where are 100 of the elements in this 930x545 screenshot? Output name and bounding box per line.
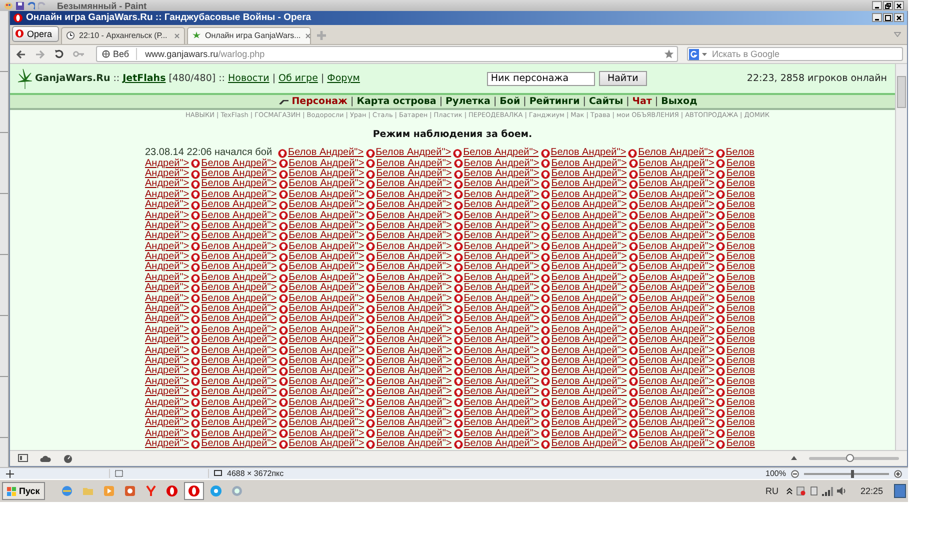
player-link[interactable]: Белов Андрей">	[376, 418, 452, 429]
player-link[interactable]: Белов Андрей">	[376, 200, 452, 211]
player-link[interactable]: Белов Андрей">	[464, 294, 540, 304]
nav-link[interactable]: Персонаж	[292, 96, 348, 108]
speedometer-icon[interactable]	[63, 454, 73, 463]
player-link[interactable]: Андрей">	[145, 376, 190, 388]
player-link[interactable]: Белов Андрей">	[201, 408, 277, 418]
player-link[interactable]: Белов	[726, 220, 755, 232]
player-link[interactable]: Белов Андрей">	[288, 376, 364, 388]
player-link[interactable]: Белов	[726, 376, 755, 388]
nav-link[interactable]: Рейтинги	[529, 96, 580, 108]
player-link[interactable]: Белов Андрей">	[638, 242, 714, 252]
player-link[interactable]: Белов Андрей">	[201, 304, 277, 314]
player-link[interactable]: Белов Андрей">	[201, 262, 277, 273]
player-link[interactable]: Белов Андрей">	[201, 418, 277, 429]
header-link[interactable]: Новости	[228, 73, 270, 84]
player-link[interactable]: Белов Андрей">	[288, 335, 364, 346]
player-link[interactable]: Белов Андрей">	[551, 398, 627, 408]
player-link[interactable]: Белов Андрей">	[638, 428, 714, 440]
player-link[interactable]: Андрей">	[145, 428, 190, 440]
player-link[interactable]: Белов Андрей">	[464, 387, 540, 398]
player-link[interactable]: Андрей">	[145, 294, 190, 304]
player-link[interactable]: Белов	[726, 168, 755, 180]
player-link[interactable]: Белов Андрей">	[201, 376, 277, 388]
player-link[interactable]: Белов Андрей">	[638, 220, 714, 232]
player-link[interactable]: Белов Андрей">	[464, 304, 540, 314]
scrollbar[interactable]	[895, 64, 907, 450]
maximize-button[interactable]	[883, 13, 893, 22]
player-link[interactable]: Белов Андрей">	[201, 168, 277, 180]
player-link[interactable]: Белов Андрей">	[376, 408, 452, 418]
player-link[interactable]: Андрей">	[145, 231, 190, 242]
player-link[interactable]: Белов Андрей">	[551, 158, 627, 169]
player-link[interactable]: Белов Андрей">	[551, 252, 627, 262]
player-link[interactable]: Белов Андрей">	[376, 428, 452, 440]
player-link[interactable]: Белов Андрей">	[638, 304, 714, 314]
player-link[interactable]: Белов Андрей">	[376, 439, 452, 450]
player-link[interactable]: Белов Андрей">	[288, 314, 364, 325]
player-link[interactable]: Белов Андрей">	[638, 168, 714, 180]
player-link[interactable]: Белов Андрей">	[551, 294, 627, 304]
player-link[interactable]: Белов Андрей">	[464, 231, 540, 242]
player-link[interactable]: Белов Андрей">	[464, 179, 540, 190]
player-link[interactable]: Белов Андрей">	[551, 324, 627, 336]
player-link[interactable]: Белов	[726, 366, 755, 377]
panel-icon[interactable]	[18, 454, 28, 462]
header-link[interactable]: Форум	[327, 73, 360, 84]
undo-icon[interactable]	[27, 2, 35, 10]
player-link[interactable]: Андрей">	[145, 220, 190, 232]
player-link[interactable]: Белов Андрей">	[551, 346, 627, 356]
player-link[interactable]: Белов Андрей">	[551, 314, 627, 325]
player-link[interactable]: Белов Андрей">	[376, 179, 452, 190]
player-link[interactable]: Белов Андрей">	[551, 387, 627, 398]
player-link[interactable]: Белов Андрей">	[201, 252, 277, 262]
player-link[interactable]: Белов Андрей">	[201, 242, 277, 252]
player-link[interactable]: Белов Андрей">	[551, 408, 627, 418]
player-link[interactable]: Белов Андрей">	[464, 398, 540, 408]
player-link[interactable]: Белов Андрей">	[638, 366, 714, 377]
player-link[interactable]: Белов Андрей">	[464, 314, 540, 325]
player-link[interactable]: Белов Андрей">	[201, 428, 277, 440]
player-link[interactable]: Белов Андрей">	[201, 294, 277, 304]
player-link[interactable]: Белов	[726, 242, 755, 252]
player-link[interactable]: Белов Андрей">	[464, 168, 540, 180]
player-link[interactable]: Белов Андрей">	[376, 324, 452, 336]
player-link[interactable]: Белов Андрей">	[551, 220, 627, 232]
nav-link[interactable]: Бой	[500, 96, 520, 108]
player-link[interactable]: Андрей">	[145, 158, 190, 169]
player-link[interactable]: Белов Андрей">	[551, 210, 627, 221]
player-link[interactable]: Белов Андрей">	[638, 158, 714, 169]
zoom-slider-thumb[interactable]	[846, 454, 854, 462]
player-link[interactable]: Белов	[726, 408, 755, 418]
player-link[interactable]: Андрей">	[145, 314, 190, 325]
player-link[interactable]: Белов Андрей">	[464, 439, 540, 450]
player-link[interactable]: Белов	[726, 439, 755, 450]
address-field[interactable]: Веб www.ganjawars.ru/warlog.php	[96, 46, 678, 62]
player-link[interactable]: Белов Андрей">	[551, 283, 627, 294]
player-link[interactable]: Белов Андрей">	[288, 262, 364, 273]
search-field[interactable]: Искать в Google	[687, 47, 903, 61]
player-link[interactable]: Белов	[726, 231, 755, 242]
speaker-icon[interactable]	[836, 486, 848, 496]
nav-link[interactable]: Сайты	[588, 96, 624, 108]
player-link[interactable]: Белов Андрей">	[201, 314, 277, 325]
player-link[interactable]: Белов	[726, 190, 755, 200]
find-button[interactable]: Найти	[598, 71, 647, 86]
player-link[interactable]: Белов Андрей">	[551, 376, 627, 388]
player-link[interactable]: Белов Андрей">	[464, 272, 540, 284]
player-link[interactable]: Белов Андрей">	[288, 231, 364, 242]
nickname-field[interactable]: Ник персонажа	[486, 72, 595, 86]
player-link[interactable]: Андрей">	[145, 335, 190, 346]
player-link[interactable]: Белов Андрей">	[288, 168, 364, 180]
player-link[interactable]: Белов Андрей">	[551, 428, 627, 440]
player-link[interactable]: Белов	[726, 398, 755, 408]
player-link[interactable]: Белов Андрей">	[551, 179, 627, 190]
player-link[interactable]: Белов Андрей">	[551, 242, 627, 252]
opera-menu-button[interactable]: Opera	[12, 26, 60, 42]
player-link[interactable]: Белов	[726, 428, 755, 440]
player-link[interactable]: Андрей">	[145, 439, 190, 450]
player-link[interactable]: Белов Андрей">	[201, 346, 277, 356]
player-link[interactable]: Андрей">	[145, 168, 190, 180]
player-link[interactable]: Белов Андрей">	[464, 220, 540, 232]
player-link[interactable]: Белов Андрей">	[201, 220, 277, 232]
player-link[interactable]: Белов	[726, 283, 755, 294]
